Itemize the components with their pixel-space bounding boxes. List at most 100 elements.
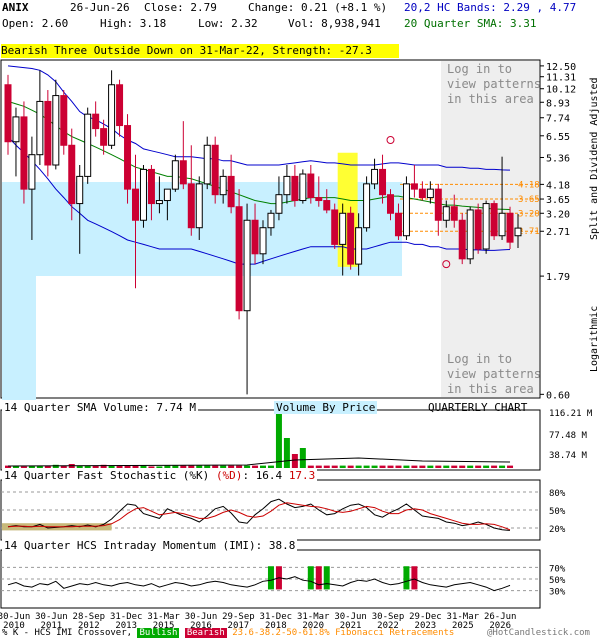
candle-body [124, 125, 132, 190]
login-prompt-top[interactable]: Log in to view patterns in this area [447, 62, 543, 107]
price-tick-label: 5.36 [546, 153, 570, 164]
volume-bar [427, 465, 434, 468]
volume-bar [315, 465, 322, 468]
candle-body [84, 113, 92, 177]
candle-body [506, 212, 514, 243]
imi-crossover-bar [411, 566, 418, 590]
candle-body [418, 188, 426, 199]
volume-bar [172, 465, 179, 468]
volume-bar [188, 465, 195, 468]
candle-body [243, 219, 251, 312]
candle-body [179, 160, 187, 185]
stoch-tick-label: 50% [549, 507, 566, 517]
volume-bar [260, 465, 266, 468]
candle-body [147, 168, 155, 205]
candle-body [347, 212, 355, 265]
candle-body [203, 144, 211, 185]
volume-bar [20, 466, 27, 468]
volume-bar [491, 465, 498, 468]
price-tick-label: 3.65 [546, 195, 570, 206]
candle-body [171, 160, 179, 190]
candle-body [331, 209, 339, 245]
candle-body [275, 194, 283, 214]
volume-bar [220, 465, 227, 468]
vbp-bar [2, 276, 36, 400]
volume-bar [236, 465, 243, 468]
volume-bar [283, 438, 290, 468]
imi-tick-label: 30% [549, 588, 566, 598]
stoch-tick-label: 80% [549, 489, 566, 499]
candle-body [267, 212, 275, 229]
candle-body [44, 100, 52, 166]
imi-crossover-bar [267, 566, 274, 590]
candle-body [12, 116, 20, 143]
fib-label: 4.18 [518, 180, 540, 190]
volume-bar [395, 465, 402, 468]
candle-body [458, 219, 466, 260]
imi-tick-label: 70% [549, 564, 566, 574]
volume-bar [212, 465, 219, 468]
volume-bar [387, 465, 394, 468]
candle-body [251, 219, 259, 255]
volume-bar [244, 465, 251, 468]
candle-body [36, 100, 44, 156]
volume-bar [275, 410, 282, 468]
imi-tick-label: 50% [549, 576, 566, 586]
price-tick-label: 7.74 [546, 114, 570, 125]
imi-panel-label: 14 Quarter HCS Intraday Momentum (IMI): … [2, 539, 298, 552]
price-tick-label: 6.55 [546, 132, 570, 143]
login-prompt-bottom[interactable]: Log in to view patterns in this area [447, 352, 543, 397]
volume-tick-label: 116.21 M [549, 409, 593, 419]
volume-bar [379, 465, 386, 468]
candle-body [442, 206, 450, 221]
volume-bar [403, 465, 410, 468]
volume-bar [156, 466, 163, 468]
imi-crossover-bar [403, 566, 410, 590]
candle-body [339, 212, 347, 245]
candle-body [139, 168, 147, 221]
volume-bar [459, 465, 466, 468]
price-tick-label: 8.93 [546, 98, 570, 109]
candle-body [315, 197, 323, 202]
candle-body [402, 183, 410, 237]
price-tick-label: 12.50 [546, 62, 576, 73]
candle-body [474, 209, 482, 250]
chart-period-label: QUARTERLY CHART [428, 401, 528, 414]
price-tick-label: 0.60 [546, 390, 570, 401]
candle-body [387, 194, 394, 214]
volume-bar [140, 465, 147, 468]
brand-link[interactable]: @HotCandlestick.com [487, 628, 590, 638]
candle-body [108, 84, 116, 146]
candle-body [92, 113, 100, 130]
candle-body [76, 175, 84, 205]
stochastic-panel-label: 14 Quarter Fast Stochastic (%K) (%D): 16… [2, 469, 318, 482]
vbp-label: Volume By Price [274, 401, 378, 414]
bearish-badge: Bearish [184, 628, 227, 638]
volume-bar [363, 465, 370, 468]
fib-legend: 23.6-38.2-50-61.8% Fibonacci Retracement… [232, 628, 455, 638]
pattern-marker [386, 136, 395, 145]
candle-body [195, 183, 203, 229]
candle-body [426, 188, 434, 199]
fib-label: 3.65 [518, 195, 540, 205]
candle-body [299, 173, 307, 202]
candle-body [291, 175, 299, 202]
pattern-banner: Bearish Three Outside Down on 31-Mar-22,… [1, 44, 399, 58]
candle-body [235, 206, 243, 312]
volume-bar [499, 465, 506, 468]
volume-bar [435, 465, 442, 468]
price-tick-label: 3.20 [546, 209, 570, 220]
x-tick-label: 2025 [452, 621, 474, 631]
volume-sma-line [7, 457, 511, 467]
price-tick-label: 1.79 [546, 272, 570, 283]
price-tick-label: 4.18 [546, 180, 570, 191]
volume-bar [52, 464, 59, 468]
volume-bar [483, 465, 490, 468]
volume-bar [451, 465, 458, 468]
candle-body [450, 206, 458, 221]
candle-body [410, 183, 418, 190]
candle-body [307, 173, 315, 199]
candle-body [187, 183, 195, 229]
candle-body [379, 168, 387, 196]
footer-legend: % K - HCS IMI Crossover, Bullish Bearish… [2, 628, 455, 638]
